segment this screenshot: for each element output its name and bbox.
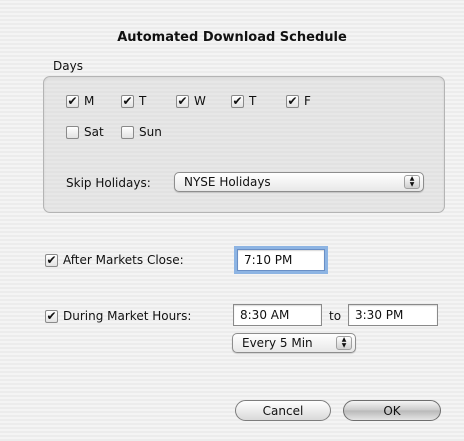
checkmark-icon: ✔ xyxy=(121,94,134,108)
day-checkbox-wednesday[interactable]: ✔ W xyxy=(176,94,206,108)
checkbox-empty-icon xyxy=(66,125,79,139)
after-close-checkbox[interactable]: ✔ After Markets Close: xyxy=(45,253,184,267)
popup-arrows-icon: ▲ ▼ xyxy=(336,336,352,350)
days-label: Days xyxy=(53,59,83,73)
day-checkbox-friday[interactable]: ✔ F xyxy=(286,94,311,108)
after-close-time-field[interactable]: 7:10 PM xyxy=(237,249,325,271)
checkmark-icon: ✔ xyxy=(286,94,299,108)
interval-popup[interactable]: Every 5 Min ▲ ▼ xyxy=(232,333,356,353)
market-close-time-field[interactable]: 3:30 PM xyxy=(348,304,438,326)
day-checkbox-sunday[interactable]: Sun xyxy=(121,125,162,139)
checkmark-icon: ✔ xyxy=(45,253,58,267)
interval-value: Every 5 Min xyxy=(242,336,313,350)
popup-arrows-icon: ▲ ▼ xyxy=(404,175,420,189)
ok-button[interactable]: OK xyxy=(343,400,441,421)
cancel-button[interactable]: Cancel xyxy=(235,400,331,421)
checkmark-icon: ✔ xyxy=(176,94,189,108)
checkmark-icon: ✔ xyxy=(66,94,79,108)
skip-holidays-label: Skip Holidays: xyxy=(66,176,151,190)
checkbox-empty-icon xyxy=(121,125,134,139)
checkmark-icon: ✔ xyxy=(231,94,244,108)
day-checkbox-tuesday[interactable]: ✔ T xyxy=(121,94,146,108)
day-checkbox-monday[interactable]: ✔ M xyxy=(66,94,94,108)
market-open-time-field[interactable]: 8:30 AM xyxy=(233,304,322,326)
skip-holidays-popup[interactable]: NYSE Holidays ▲ ▼ xyxy=(174,172,424,192)
checkmark-icon: ✔ xyxy=(45,309,58,323)
skip-holidays-value: NYSE Holidays xyxy=(184,175,271,189)
day-checkbox-saturday[interactable]: Sat xyxy=(66,125,104,139)
during-hours-checkbox[interactable]: ✔ During Market Hours: xyxy=(45,309,191,323)
day-checkbox-thursday[interactable]: ✔ T xyxy=(231,94,256,108)
dialog-title: Automated Download Schedule xyxy=(117,30,347,45)
to-label: to xyxy=(329,309,342,323)
